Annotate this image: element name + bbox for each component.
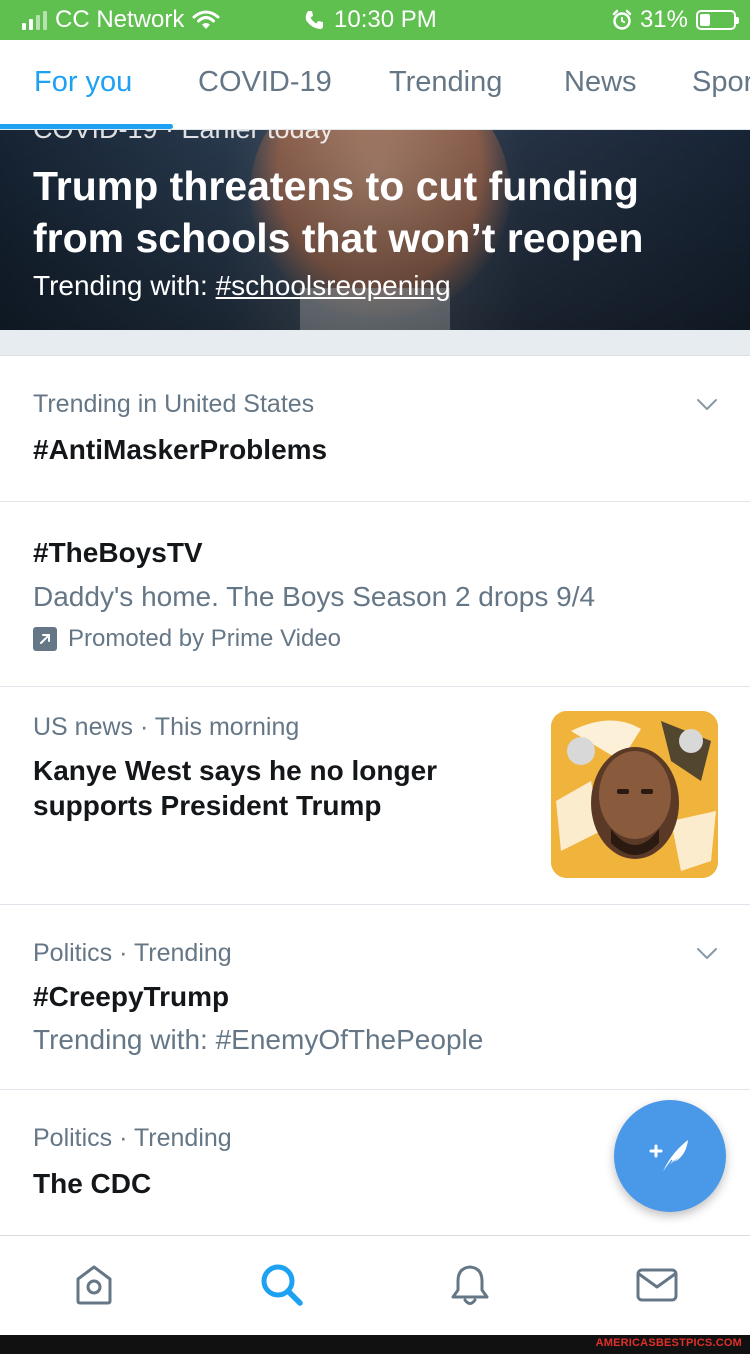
carrier-label: CC Network: [55, 6, 185, 33]
nav-explore[interactable]: [259, 1262, 305, 1308]
tab-news[interactable]: News: [564, 66, 637, 99]
nav-home[interactable]: [71, 1262, 117, 1308]
promoted-trend-item[interactable]: #TheBoysTV Daddy's home. The Boys Season…: [0, 502, 750, 687]
hero-story[interactable]: COVID-19 · Earlier today Trump threatens…: [0, 128, 750, 330]
trend-headline: #TheBoysTV: [33, 537, 203, 568]
trend-item[interactable]: Politics · Trending #CreepyTrump Trendin…: [0, 905, 750, 1090]
trend-meta: Politics · Trending: [33, 1124, 232, 1152]
phone-icon: [305, 11, 323, 29]
bell-icon: [451, 1265, 489, 1305]
news-thumbnail: [551, 711, 718, 878]
battery-icon: [696, 10, 739, 30]
bottom-navigation: [0, 1235, 750, 1335]
nav-notifications[interactable]: [447, 1262, 493, 1308]
tab-trending[interactable]: Trending: [389, 66, 502, 99]
promoted-icon: [33, 627, 57, 651]
trend-headline: The CDC: [33, 1168, 152, 1199]
trend-headline: #CreepyTrump: [33, 981, 230, 1012]
search-icon: [261, 1264, 303, 1306]
compose-feather-icon: [649, 1140, 688, 1175]
news-headline: Kanye West says he no longer supports Pr…: [33, 755, 438, 821]
hero-kicker: COVID-19 · Earlier today: [33, 128, 334, 144]
active-tab-indicator: [0, 124, 173, 129]
promoted-label: Promoted by Prime Video: [33, 625, 341, 653]
hero-hashtag-link[interactable]: #schoolsreopening: [216, 270, 451, 301]
news-meta: US news · This morning: [33, 713, 300, 741]
watermark-text: AMERICASBESTPICS.COM: [595, 1337, 742, 1349]
footer-strip: AMERICASBESTPICS.COM: [0, 1335, 750, 1354]
tab-covid-19[interactable]: COVID-19: [198, 66, 332, 99]
compose-tweet-button[interactable]: [614, 1100, 726, 1212]
mail-icon: [636, 1268, 678, 1302]
chevron-down-icon[interactable]: [696, 393, 718, 415]
trend-meta: Trending in United States: [33, 390, 315, 418]
trend-description: Daddy's home. The Boys Season 2 drops 9/…: [33, 581, 596, 612]
signal-icon: [22, 10, 47, 30]
home-icon: [76, 1265, 112, 1305]
news-item[interactable]: US news · This morning Kanye West says h…: [0, 687, 750, 905]
wifi-icon: [192, 10, 220, 29]
hero-title: Trump threatens to cut funding from scho…: [33, 163, 644, 261]
promoted-text: Promoted by Prime Video: [68, 625, 342, 652]
hero-trending-prefix: Trending with:: [33, 270, 216, 301]
hero-trending-line: Trending with: #schoolsreopening: [33, 270, 451, 302]
status-bar: CC Network 10:30 PM 31%: [0, 0, 750, 40]
trend-item[interactable]: Trending in United States #AntiMaskerPro…: [0, 356, 750, 502]
trend-headline: #AntiMaskerProblems: [33, 434, 328, 465]
battery-percent: 31%: [639, 6, 688, 33]
nav-messages[interactable]: [634, 1262, 680, 1308]
alarm-icon: [612, 9, 632, 30]
clock-time: 10:30 PM: [334, 6, 437, 33]
section-divider: [0, 330, 750, 356]
tab-for-you[interactable]: For you: [34, 66, 132, 99]
trend-context: Trending with: #EnemyOfThePeople: [33, 1024, 484, 1055]
tab-sports[interactable]: Spor: [692, 66, 750, 99]
explore-tabs: For you COVID-19 Trending News Spor: [0, 40, 750, 130]
trend-meta: Politics · Trending: [33, 939, 232, 967]
chevron-down-icon[interactable]: [696, 942, 718, 964]
